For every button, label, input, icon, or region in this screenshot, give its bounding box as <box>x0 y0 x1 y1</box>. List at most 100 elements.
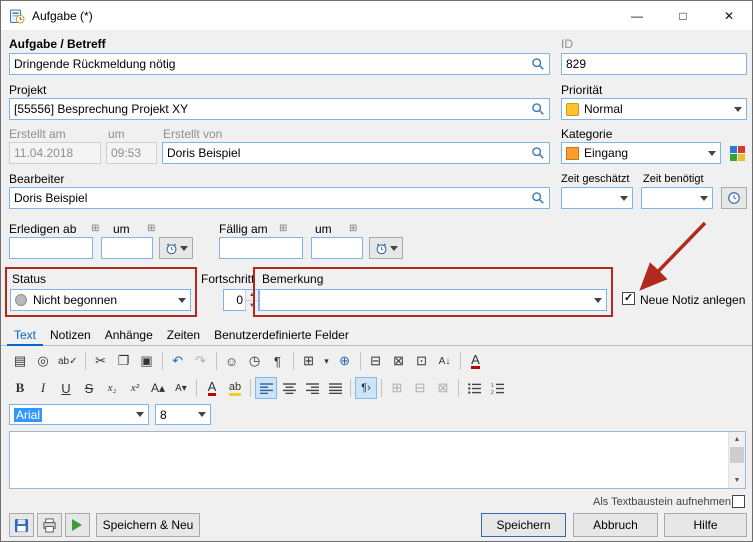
remark-combobox[interactable] <box>259 289 607 311</box>
align-center-icon[interactable] <box>278 377 300 399</box>
due-date-input[interactable] <box>219 237 303 259</box>
project-input-field[interactable] <box>14 102 531 116</box>
new-note-checkbox[interactable]: ✓ <box>622 292 635 305</box>
calendar-icon[interactable]: ⊞ <box>91 223 99 234</box>
copy-icon[interactable]: ❐ <box>113 350 135 372</box>
scrollbar-thumb[interactable] <box>730 447 744 463</box>
bullet-list-icon[interactable] <box>463 377 485 399</box>
insert-row-icon[interactable]: ⊟ <box>365 350 387 372</box>
font-color-icon[interactable]: A <box>465 350 487 372</box>
chevron-down-icon[interactable] <box>198 412 206 421</box>
id-input[interactable] <box>561 53 747 75</box>
scroll-up-icon[interactable]: ▲ <box>729 432 745 447</box>
chevron-down-icon[interactable] <box>178 298 186 307</box>
calendar-icon[interactable]: ⊞ <box>279 223 287 234</box>
search-icon[interactable] <box>531 191 545 205</box>
search-icon[interactable] <box>531 102 545 116</box>
editor-scrollbar[interactable]: ▲ ▼ <box>728 432 745 488</box>
id-input-field[interactable] <box>566 57 742 71</box>
subject-input[interactable] <box>9 53 550 75</box>
merge-cells-icon[interactable]: ⊡ <box>411 350 433 372</box>
rich-text-editor[interactable]: ▲ ▼ <box>9 431 746 489</box>
priority-combobox[interactable]: Normal <box>561 98 747 120</box>
undo-icon[interactable]: ↶ <box>167 350 189 372</box>
start-date-field[interactable] <box>14 241 88 255</box>
italic-icon[interactable]: I <box>32 377 54 399</box>
assignee-input[interactable] <box>9 187 550 209</box>
text-color-icon[interactable]: A <box>201 377 223 399</box>
start-reminder-button[interactable] <box>159 237 193 259</box>
print-button[interactable] <box>37 513 62 537</box>
font-size-combobox[interactable]: 8 <box>155 404 211 425</box>
redo-icon[interactable]: ↷ <box>190 350 212 372</box>
progress-spinner[interactable]: 0 ▲ ▼ <box>223 289 259 311</box>
subject-input-field[interactable] <box>14 57 531 71</box>
tab-text[interactable]: Text <box>7 326 43 346</box>
help-button[interactable]: Hilfe <box>664 513 747 537</box>
tab-benutzerdefinierte-felder[interactable]: Benutzerdefinierte Felder <box>207 326 356 346</box>
save-icon-button[interactable] <box>9 513 34 537</box>
subscript-icon[interactable]: x₂ <box>101 377 123 399</box>
start-time-input[interactable] <box>101 237 153 259</box>
superscript-icon[interactable]: x² <box>124 377 146 399</box>
start-task-button[interactable] <box>65 513 90 537</box>
chevron-down-icon[interactable] <box>594 298 602 307</box>
chevron-down-icon[interactable] <box>390 246 398 255</box>
text-direction-icon[interactable]: ¶› <box>355 377 377 399</box>
clock-icon[interactable]: ◷ <box>244 350 266 372</box>
snippet-checkbox[interactable] <box>732 495 745 508</box>
created-by-input[interactable] <box>162 142 550 164</box>
decrease-font-icon[interactable]: A▾ <box>170 377 192 399</box>
save-button[interactable]: Speichern <box>481 513 566 537</box>
increase-font-icon[interactable]: A▴ <box>147 377 169 399</box>
emoticon-icon[interactable]: ☺ <box>221 350 243 372</box>
minimize-button[interactable]: — <box>614 1 660 31</box>
search-icon[interactable] <box>531 146 545 160</box>
category-palette-button[interactable] <box>727 142 747 164</box>
chevron-down-icon[interactable] <box>180 246 188 255</box>
cut-icon[interactable]: ✂ <box>90 350 112 372</box>
due-time-input[interactable] <box>311 237 363 259</box>
assignee-input-field[interactable] <box>14 191 531 205</box>
spinner-buttons[interactable]: ▲ ▼ <box>245 290 258 310</box>
insert-link-icon[interactable]: ⊕ <box>334 350 356 372</box>
due-date-field[interactable] <box>224 241 298 255</box>
chevron-down-icon[interactable] <box>734 107 742 116</box>
tab-zeiten[interactable]: Zeiten <box>160 326 207 346</box>
bold-icon[interactable]: B <box>9 377 31 399</box>
category-combobox[interactable]: Eingang <box>561 142 721 164</box>
chevron-down-icon[interactable] <box>700 196 708 205</box>
spin-up-icon[interactable]: ▲ <box>246 290 258 300</box>
insert-table-icon[interactable]: ⊞ <box>298 350 320 372</box>
strikethrough-icon[interactable]: S <box>78 377 100 399</box>
status-combobox[interactable]: Nicht begonnen <box>10 289 191 311</box>
table-dropdown-icon[interactable]: ▾ <box>321 350 333 372</box>
start-date-input[interactable] <box>9 237 93 259</box>
cancel-button[interactable]: Abbruch <box>573 513 658 537</box>
time-needed-combobox[interactable] <box>641 187 713 209</box>
align-justify-icon[interactable] <box>324 377 346 399</box>
underline-icon[interactable]: U <box>55 377 77 399</box>
created-by-field[interactable] <box>167 146 531 160</box>
due-time-field[interactable] <box>316 241 358 255</box>
start-time-field[interactable] <box>106 241 148 255</box>
chevron-down-icon[interactable] <box>620 196 628 205</box>
chevron-down-icon[interactable] <box>136 412 144 421</box>
highlight-icon[interactable]: ab <box>224 377 246 399</box>
calendar-icon[interactable]: ⊞ <box>147 223 155 234</box>
calendar-icon[interactable]: ⊞ <box>349 223 357 234</box>
insert-column-icon[interactable]: ⊠ <box>388 350 410 372</box>
time-tracking-button[interactable] <box>721 187 747 209</box>
spin-down-icon[interactable]: ▼ <box>246 300 258 311</box>
tab-notizen[interactable]: Notizen <box>43 326 98 346</box>
address-book-icon[interactable]: ▤ <box>9 350 31 372</box>
font-family-combobox[interactable]: Arial <box>9 404 149 425</box>
chevron-down-icon[interactable] <box>708 151 716 160</box>
pilcrow-icon[interactable]: ¶ <box>267 350 289 372</box>
search-icon[interactable] <box>531 57 545 71</box>
align-left-icon[interactable] <box>255 377 277 399</box>
project-input[interactable] <box>9 98 550 120</box>
spellcheck-icon[interactable]: ab✓ <box>55 350 81 372</box>
due-reminder-button[interactable] <box>369 237 403 259</box>
tab-anhaenge[interactable]: Anhänge <box>98 326 160 346</box>
